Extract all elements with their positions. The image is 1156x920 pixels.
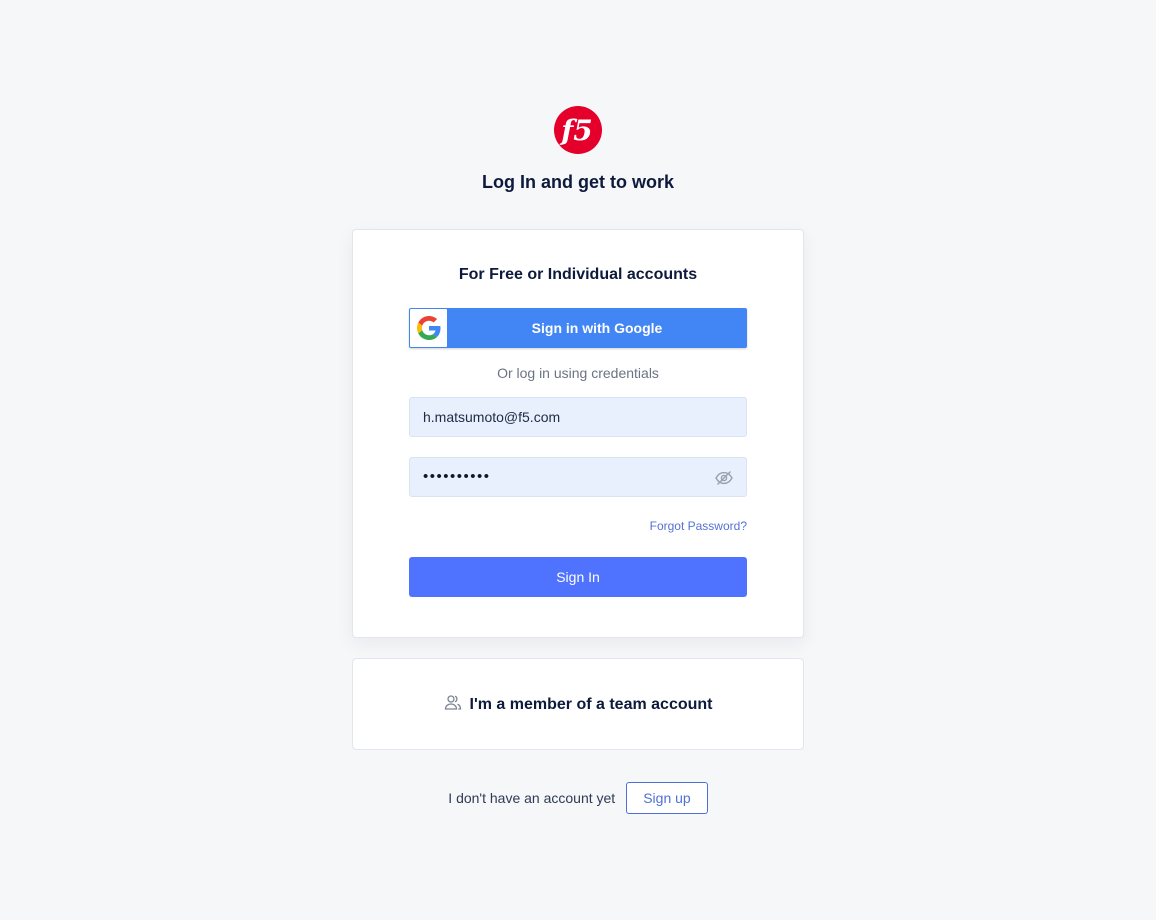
google-sign-in-label: Sign in with Google <box>531 320 663 336</box>
password-field[interactable]: •••••••••• <box>409 457 747 497</box>
signup-prompt: I don't have an account yet <box>448 790 616 806</box>
signup-row: I don't have an account yet Sign up <box>0 782 1156 814</box>
eye-slash-icon[interactable] <box>714 468 734 488</box>
page-title: Log In and get to work <box>482 172 674 192</box>
password-value[interactable]: •••••••••• <box>423 458 491 496</box>
email-input[interactable] <box>410 398 746 436</box>
f5-logo-icon: f5 <box>554 106 602 154</box>
login-page: f5 Log In and get to work For Free or In… <box>0 0 1156 920</box>
email-field[interactable] <box>409 397 747 437</box>
login-card-heading: For Free or Individual accounts <box>458 266 698 283</box>
svg-text:f5: f5 <box>559 114 593 147</box>
team-account-card[interactable]: I'm a member of a team account <box>352 658 804 750</box>
forgot-password-link[interactable]: Forgot Password? <box>650 519 747 533</box>
team-account-label: I'm a member of a team account <box>469 695 713 713</box>
login-card: For Free or Individual accounts Sign in … <box>352 229 804 638</box>
google-g-icon <box>410 309 447 347</box>
sign-up-button[interactable]: Sign up <box>626 782 708 814</box>
team-account-link[interactable]: I'm a member of a team account <box>353 693 803 716</box>
f5-logo: f5 <box>553 105 603 155</box>
users-icon <box>444 693 462 716</box>
credentials-divider-text: Or log in using credentials <box>497 365 659 381</box>
google-sign-in-button[interactable]: Sign in with Google <box>409 308 747 348</box>
sign-in-button[interactable]: Sign In <box>409 557 747 597</box>
